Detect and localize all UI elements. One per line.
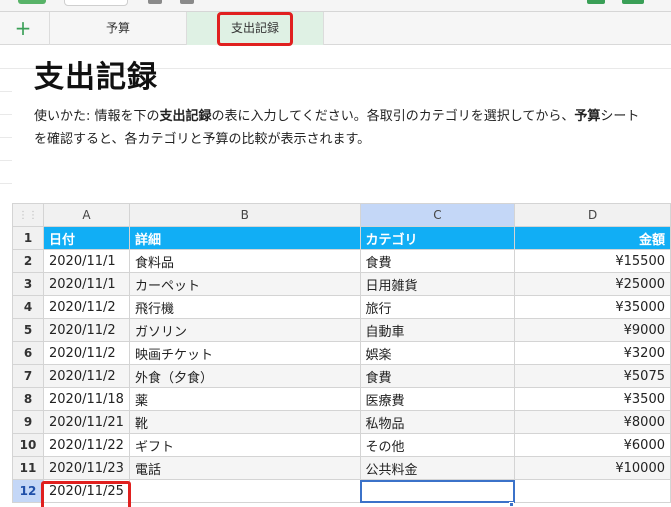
date-cell[interactable]: 2020/11/25 <box>43 479 130 503</box>
date-cell[interactable]: 2020/11/2 <box>43 364 130 388</box>
category-cell[interactable]: 娯楽 <box>359 341 516 365</box>
category-cell[interactable]: 私物品 <box>359 410 516 434</box>
header-cell-detail[interactable]: 詳細 <box>128 226 361 250</box>
detail-cell[interactable]: 薬 <box>128 387 361 411</box>
detail-cell[interactable]: 外食（夕食） <box>128 364 361 388</box>
amount-cell[interactable]: ¥25000 <box>514 272 671 296</box>
detail-cell[interactable]: 電話 <box>128 456 361 480</box>
category-cell[interactable]: その他 <box>359 433 516 457</box>
instructions-bold: 支出記録 <box>159 109 212 124</box>
spreadsheet-window: + 予算 支出記録 支出記録 使いかた: 情報を下の支出記録の表に入力してくださ… <box>0 0 671 507</box>
table-row: 3 2020/11/1 カーペット 日用雑貨 ¥25000 <box>12 272 671 296</box>
page-title: 支出記録 <box>34 60 158 95</box>
date-cell[interactable]: 2020/11/23 <box>43 456 130 480</box>
row-number[interactable]: 1 <box>12 226 44 250</box>
date-cell[interactable]: 2020/11/2 <box>43 295 130 319</box>
amount-cell[interactable]: ¥35000 <box>514 295 671 319</box>
amount-cell[interactable]: ¥15500 <box>514 249 671 273</box>
instructions-part: の表に入力してください。各取引のカテゴリを選択してから、 <box>211 109 575 124</box>
instructions-part: 使いかた: 情報を下の <box>34 109 160 124</box>
category-cell[interactable]: 公共料金 <box>359 456 516 480</box>
amount-cell[interactable]: ¥3500 <box>514 387 671 411</box>
column-header-a[interactable]: A <box>43 203 130 227</box>
toolbar-right-icon[interactable] <box>587 0 605 4</box>
detail-cell[interactable]: カーペット <box>128 272 361 296</box>
date-cell[interactable]: 2020/11/2 <box>43 341 130 365</box>
select-all-handle[interactable]: ⋮⋮ <box>12 203 44 227</box>
column-header-d[interactable]: D <box>514 203 671 227</box>
amount-cell[interactable]: ¥9000 <box>514 318 671 342</box>
date-cell[interactable]: 2020/11/1 <box>43 272 130 296</box>
row-number[interactable]: 12 <box>12 479 44 503</box>
category-cell[interactable]: 食費 <box>359 364 516 388</box>
table-row: 4 2020/11/2 飛行機 旅行 ¥35000 <box>12 295 671 319</box>
table-row: 12 2020/11/25 <box>12 479 671 503</box>
table-row: 7 2020/11/2 外食（夕食） 食費 ¥5075 <box>12 364 671 388</box>
detail-cell[interactable]: 靴 <box>128 410 361 434</box>
amount-cell[interactable]: ¥5075 <box>514 364 671 388</box>
table-row: 8 2020/11/18 薬 医療費 ¥3500 <box>12 387 671 411</box>
amount-cell[interactable]: ¥3200 <box>514 341 671 365</box>
add-sheet-icon[interactable]: + <box>12 18 34 40</box>
instructions-bold: 予算 <box>574 109 601 124</box>
table-header-row: 1 日付 詳細 カテゴリ 金額 <box>12 226 671 250</box>
table-row: 9 2020/11/21 靴 私物品 ¥8000 <box>12 410 671 434</box>
amount-cell[interactable]: ¥6000 <box>514 433 671 457</box>
amount-cell[interactable] <box>514 479 671 503</box>
date-cell[interactable]: 2020/11/1 <box>43 249 130 273</box>
category-cell-active[interactable] <box>359 479 516 503</box>
column-header-b[interactable]: B <box>128 203 361 227</box>
toolbar-button-icon[interactable] <box>18 0 46 4</box>
amount-cell[interactable]: ¥8000 <box>514 410 671 434</box>
toolbar-icon[interactable] <box>148 0 162 4</box>
detail-cell[interactable]: ガソリン <box>128 318 361 342</box>
row-number[interactable]: 3 <box>12 272 44 296</box>
table-row: 6 2020/11/2 映画チケット 娯楽 ¥3200 <box>12 341 671 365</box>
row-number[interactable]: 8 <box>12 387 44 411</box>
expense-table: ⋮⋮ A B C D 1 日付 詳細 カテゴリ 金額 2 2020/11/1 食… <box>12 203 671 503</box>
date-cell[interactable]: 2020/11/22 <box>43 433 130 457</box>
toolbar <box>0 0 671 12</box>
sheet-tab-bar: + 予算 支出記録 <box>0 12 671 45</box>
column-header-row: ⋮⋮ A B C D <box>12 203 671 227</box>
row-number[interactable]: 10 <box>12 433 44 457</box>
category-cell[interactable]: 医療費 <box>359 387 516 411</box>
column-header-c[interactable]: C <box>359 203 516 227</box>
table-row: 5 2020/11/2 ガソリン 自動車 ¥9000 <box>12 318 671 342</box>
category-cell[interactable]: 旅行 <box>359 295 516 319</box>
row-number[interactable]: 2 <box>12 249 44 273</box>
header-cell-date[interactable]: 日付 <box>43 226 130 250</box>
header-cell-amount[interactable]: 金額 <box>514 226 671 250</box>
detail-cell[interactable] <box>128 479 361 503</box>
date-cell[interactable]: 2020/11/18 <box>43 387 130 411</box>
table-row: 10 2020/11/22 ギフト その他 ¥6000 <box>12 433 671 457</box>
table-row: 2 2020/11/1 食料品 食費 ¥15500 <box>12 249 671 273</box>
detail-cell[interactable]: 映画チケット <box>128 341 361 365</box>
table-row: 11 2020/11/23 電話 公共料金 ¥10000 <box>12 456 671 480</box>
row-number[interactable]: 7 <box>12 364 44 388</box>
toolbar-icon[interactable] <box>180 0 194 4</box>
detail-cell[interactable]: 食料品 <box>128 249 361 273</box>
toolbar-dropdown[interactable] <box>64 0 128 6</box>
row-number[interactable]: 6 <box>12 341 44 365</box>
row-number[interactable]: 9 <box>12 410 44 434</box>
date-cell[interactable]: 2020/11/21 <box>43 410 130 434</box>
selection-fill-handle[interactable] <box>509 502 514 507</box>
tab-budget[interactable]: 予算 <box>49 12 186 45</box>
left-gutter <box>0 46 12 203</box>
row-number[interactable]: 4 <box>12 295 44 319</box>
category-cell[interactable]: 自動車 <box>359 318 516 342</box>
amount-cell[interactable]: ¥10000 <box>514 456 671 480</box>
date-cell[interactable]: 2020/11/2 <box>43 318 130 342</box>
detail-cell[interactable]: ギフト <box>128 433 361 457</box>
row-number[interactable]: 11 <box>12 456 44 480</box>
detail-cell[interactable]: 飛行機 <box>128 295 361 319</box>
tab-expense-log[interactable]: 支出記録 <box>186 12 324 45</box>
category-cell[interactable]: 日用雑貨 <box>359 272 516 296</box>
header-cell-category[interactable]: カテゴリ <box>359 226 516 250</box>
toolbar-grid-icon[interactable] <box>622 0 644 4</box>
instructions-text: 使いかた: 情報を下の支出記録の表に入力してください。各取引のカテゴリを選択して… <box>34 105 650 151</box>
row-number[interactable]: 5 <box>12 318 44 342</box>
category-cell[interactable]: 食費 <box>359 249 516 273</box>
